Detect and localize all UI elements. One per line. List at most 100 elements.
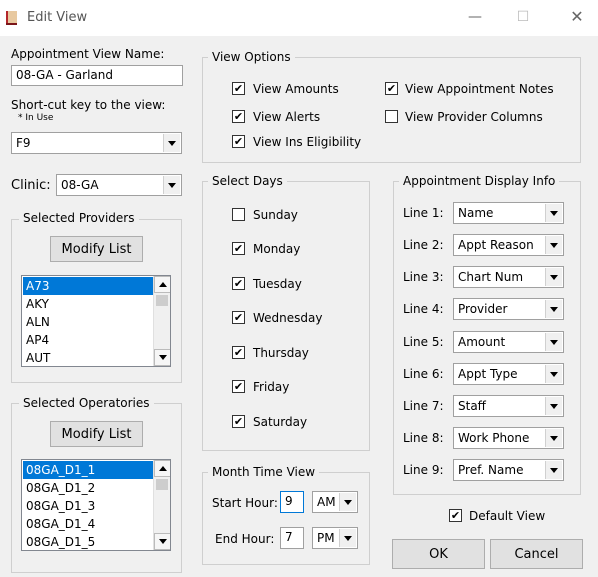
chevron-down-icon[interactable] [545, 236, 562, 254]
chevron-down-icon[interactable] [545, 300, 562, 318]
line-2-label: Line 2: [403, 238, 444, 252]
end-ampm-select[interactable]: PM [312, 527, 358, 549]
default-view-checkbox[interactable]: ✔ [449, 509, 462, 522]
list-item[interactable]: 08GA_D1_2 [23, 479, 153, 497]
chevron-down-icon[interactable] [163, 134, 180, 152]
end-hour-input[interactable]: 7 [280, 527, 304, 549]
view-appointment-notes-checkbox[interactable]: ✔ [385, 82, 398, 95]
list-item[interactable]: 08GA_D1_1 [23, 461, 153, 479]
line-9-label: Line 9: [403, 463, 444, 477]
providers-listbox[interactable]: A73 AKY ALN AP4 AUT [21, 275, 171, 367]
checkmark-icon: ✔ [386, 82, 397, 95]
list-item[interactable]: 08GA_D1_3 [23, 497, 153, 515]
checkmark-icon: ✔ [233, 311, 244, 324]
scroll-up-icon[interactable] [154, 460, 170, 477]
line-8-value: Work Phone [458, 431, 530, 445]
monday-checkbox[interactable]: ✔ [232, 242, 245, 255]
minimize-button[interactable]: — [460, 6, 490, 28]
list-item[interactable]: AP4 [23, 331, 153, 349]
providers-modify-list-button[interactable]: Modify List [50, 236, 143, 262]
maximize-button[interactable]: ☐ [508, 6, 538, 28]
checkmark-icon: ✔ [233, 346, 244, 359]
chevron-down-icon[interactable] [545, 268, 562, 286]
line-4-value: Provider [458, 302, 508, 316]
line-2-select[interactable]: Appt Reason [453, 234, 564, 256]
line-9-select[interactable]: Pref. Name [453, 459, 564, 481]
view-alerts-label: View Alerts [253, 110, 321, 124]
start-hour-input[interactable]: 9 [280, 491, 304, 513]
view-appointment-notes-label: View Appointment Notes [405, 82, 554, 96]
checkmark-icon: ✔ [233, 277, 244, 290]
chevron-down-icon[interactable] [339, 529, 356, 547]
clinic-select[interactable]: 08-GA [56, 174, 182, 196]
list-item[interactable]: AUT [23, 349, 153, 366]
chevron-down-icon[interactable] [339, 493, 356, 511]
ok-button[interactable]: OK [392, 539, 485, 569]
operatories-modify-list-button[interactable]: Modify List [50, 421, 143, 447]
list-item[interactable]: 08GA_D1_4 [23, 515, 153, 533]
view-options-legend: View Options [208, 50, 295, 64]
view-amounts-checkbox[interactable]: ✔ [232, 82, 245, 95]
checkmark-icon: ✔ [450, 509, 461, 522]
line-7-label: Line 7: [403, 399, 444, 413]
sunday-checkbox[interactable] [232, 208, 245, 221]
clinic-value: 08-GA [61, 178, 99, 192]
list-item[interactable]: AKY [23, 295, 153, 313]
scroll-thumb[interactable] [156, 479, 168, 490]
thursday-label: Thursday [253, 346, 309, 360]
saturday-label: Saturday [253, 415, 308, 429]
checkmark-icon: ✔ [233, 380, 244, 393]
saturday-checkbox[interactable]: ✔ [232, 415, 245, 428]
scroll-up-icon[interactable] [154, 276, 170, 293]
list-item[interactable]: ALN [23, 313, 153, 331]
line-6-select[interactable]: Appt Type [453, 363, 564, 385]
friday-checkbox[interactable]: ✔ [232, 380, 245, 393]
shortcut-key-select[interactable]: F9 [11, 132, 182, 154]
line-7-select[interactable]: Staff [453, 395, 564, 417]
line-8-select[interactable]: Work Phone [453, 427, 564, 449]
checkmark-icon: ✔ [233, 82, 244, 95]
tuesday-checkbox[interactable]: ✔ [232, 277, 245, 290]
thursday-checkbox[interactable]: ✔ [232, 346, 245, 359]
line-4-select[interactable]: Provider [453, 298, 564, 320]
start-ampm-select[interactable]: AM [312, 491, 358, 513]
view-provider-columns-label: View Provider Columns [405, 110, 543, 124]
close-button[interactable]: ✕ [562, 6, 592, 28]
line-5-select[interactable]: Amount [453, 331, 564, 353]
list-item[interactable]: A73 [23, 277, 153, 295]
view-name-input[interactable]: 08-GA - Garland [11, 65, 183, 86]
shortcut-key-value: F9 [16, 136, 31, 150]
providers-scrollbar[interactable] [153, 276, 170, 366]
chevron-down-icon[interactable] [545, 397, 562, 415]
cancel-button[interactable]: Cancel [490, 539, 583, 569]
view-provider-columns-checkbox[interactable] [385, 110, 398, 123]
chevron-down-icon[interactable] [163, 176, 180, 194]
chevron-down-icon[interactable] [545, 461, 562, 479]
line-3-select[interactable]: Chart Num [453, 266, 564, 288]
operatories-scrollbar[interactable] [153, 460, 170, 550]
line-8-label: Line 8: [403, 431, 444, 445]
list-item[interactable]: 08GA_D1_5 [23, 533, 153, 550]
wednesday-checkbox[interactable]: ✔ [232, 311, 245, 324]
chevron-down-icon[interactable] [545, 429, 562, 447]
scroll-thumb[interactable] [156, 295, 168, 306]
sunday-label: Sunday [253, 208, 298, 222]
wednesday-label: Wednesday [253, 311, 323, 325]
view-ins-eligibility-checkbox[interactable]: ✔ [232, 135, 245, 148]
line-9-value: Pref. Name [458, 463, 524, 477]
app-book-icon [6, 11, 17, 25]
chevron-down-icon[interactable] [545, 365, 562, 383]
shortcut-in-use-note: * In Use [18, 113, 54, 123]
scroll-down-icon[interactable] [154, 533, 170, 550]
scroll-down-icon[interactable] [154, 349, 170, 366]
line-1-select[interactable]: Name [453, 202, 564, 224]
month-time-view-group [202, 472, 370, 565]
chevron-down-icon[interactable] [545, 333, 562, 351]
line-2-value: Appt Reason [458, 238, 534, 252]
tuesday-label: Tuesday [253, 277, 302, 291]
view-alerts-checkbox[interactable]: ✔ [232, 110, 245, 123]
default-view-label: Default View [469, 509, 546, 523]
chevron-down-icon[interactable] [545, 204, 562, 222]
operatories-listbox[interactable]: 08GA_D1_1 08GA_D1_2 08GA_D1_3 08GA_D1_4 … [21, 459, 171, 551]
checkmark-icon: ✔ [233, 135, 244, 148]
